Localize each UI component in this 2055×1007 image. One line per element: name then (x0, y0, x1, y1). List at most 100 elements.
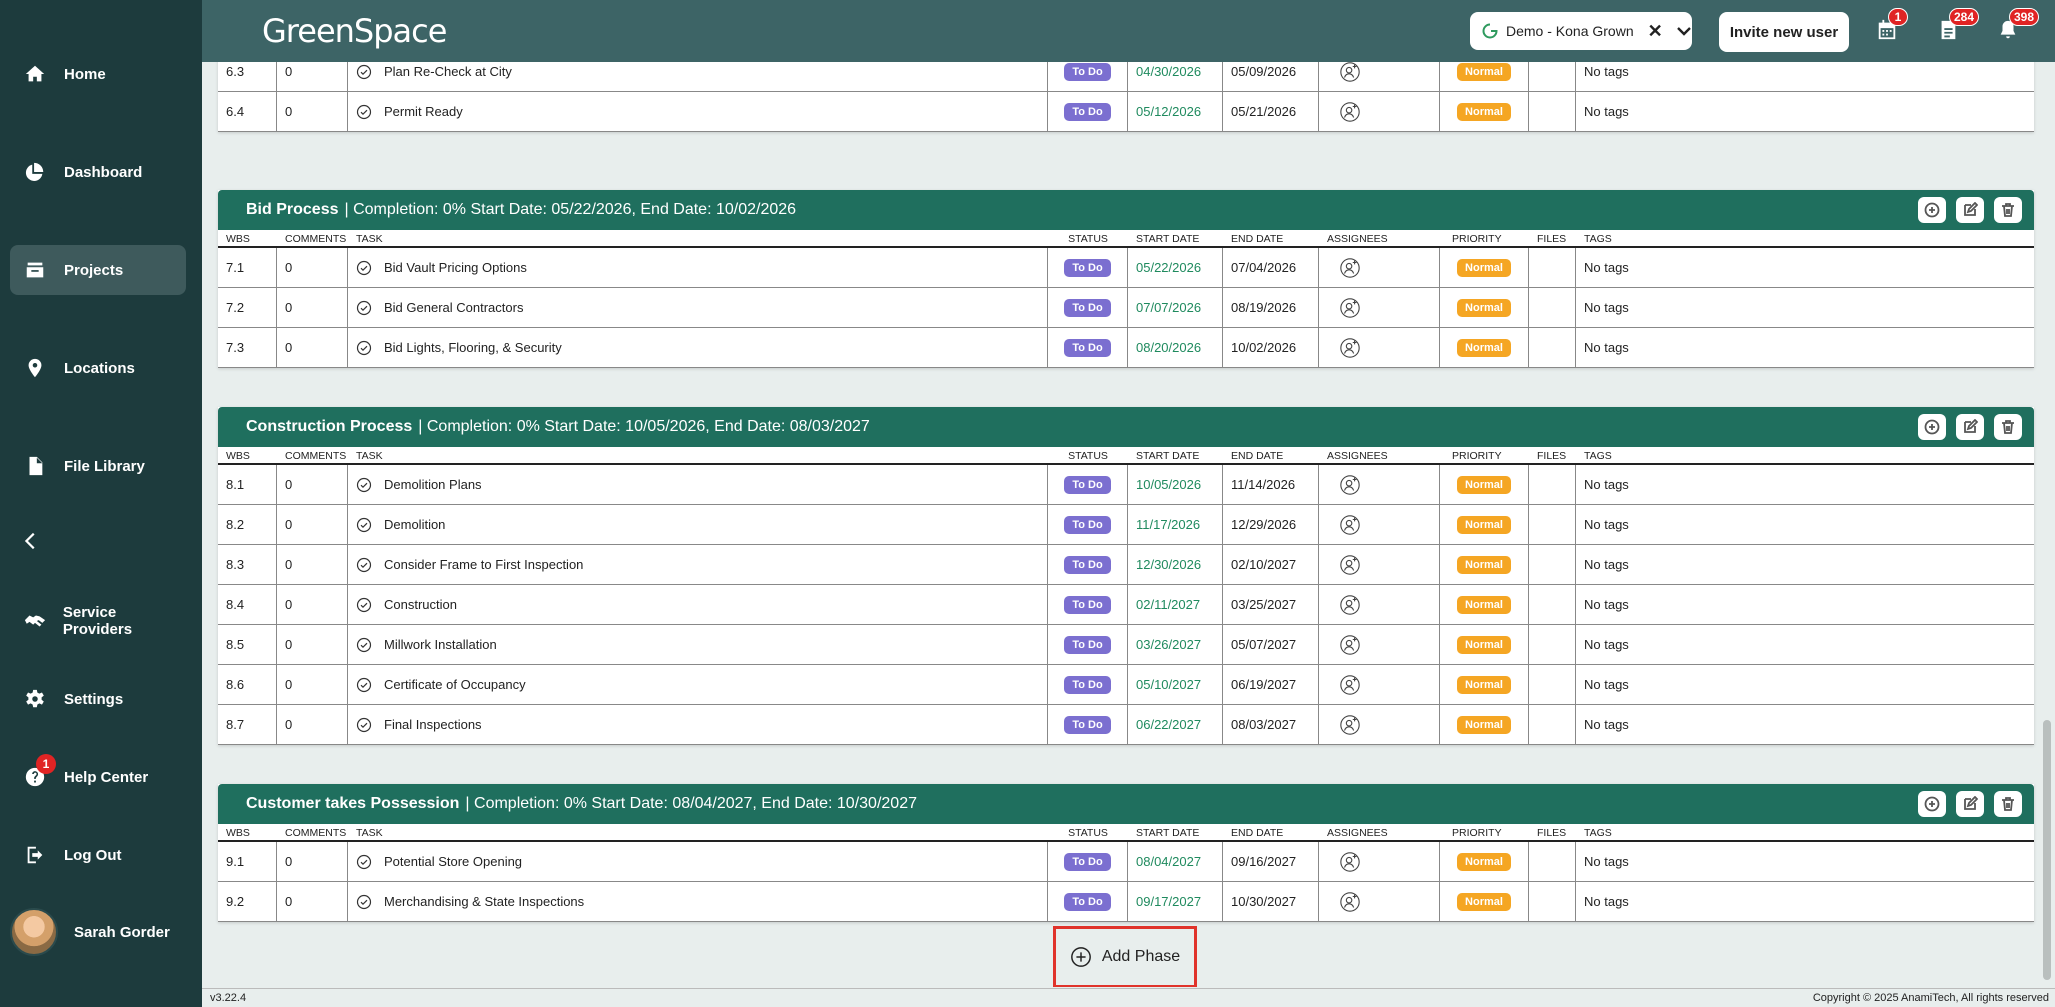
assignees[interactable] (1319, 328, 1440, 367)
priority[interactable]: Normal (1440, 625, 1529, 664)
status[interactable]: To Do (1048, 62, 1128, 91)
assignees[interactable] (1319, 625, 1440, 664)
comments[interactable]: 0 (277, 92, 348, 131)
priority[interactable]: Normal (1440, 705, 1529, 744)
status[interactable]: To Do (1048, 842, 1128, 881)
assignees[interactable] (1319, 248, 1440, 287)
sidebar-item-home[interactable]: Home (10, 49, 186, 99)
priority[interactable]: Normal (1440, 92, 1529, 131)
task[interactable]: Demolition Plans (348, 465, 1048, 504)
status[interactable]: To Do (1048, 465, 1128, 504)
tags[interactable]: No tags (1576, 625, 2034, 664)
status[interactable]: To Do (1048, 545, 1128, 584)
files[interactable] (1529, 288, 1576, 327)
sidebar-item-service-providers[interactable]: Service Providers (10, 596, 186, 646)
files[interactable] (1529, 465, 1576, 504)
tags[interactable]: No tags (1576, 665, 2034, 704)
priority[interactable]: Normal (1440, 545, 1529, 584)
clear-icon[interactable]: ✕ (1648, 21, 1663, 42)
edit-phase-button[interactable] (1956, 791, 1984, 817)
status[interactable]: To Do (1048, 248, 1128, 287)
comments[interactable]: 0 (277, 585, 348, 624)
task[interactable]: Demolition (348, 505, 1048, 544)
edit-phase-button[interactable] (1956, 414, 1984, 440)
files[interactable] (1529, 665, 1576, 704)
sidebar-item-settings[interactable]: Settings (10, 674, 186, 724)
table-row[interactable]: 6.3 0 Plan Re-Check at City To Do 04/30/… (218, 62, 2034, 92)
add-phase-button[interactable]: Add Phase (1053, 926, 1197, 987)
notifications-button[interactable]: 398 (1997, 8, 2040, 44)
priority[interactable]: Normal (1440, 882, 1529, 921)
table-row[interactable]: 8.4 0 Construction To Do 02/11/2027 03/2… (218, 585, 2034, 625)
table-row[interactable]: 8.2 0 Demolition To Do 11/17/2026 12/29/… (218, 505, 2034, 545)
priority[interactable]: Normal (1440, 62, 1529, 91)
assignees[interactable] (1319, 62, 1440, 91)
task[interactable]: Plan Re-Check at City (348, 62, 1048, 91)
tags[interactable]: No tags (1576, 288, 2034, 327)
sidebar-item-log-out[interactable]: Log Out (10, 830, 186, 880)
delete-phase-button[interactable] (1994, 414, 2022, 440)
tags[interactable]: No tags (1576, 328, 2034, 367)
table-row[interactable]: 9.2 0 Merchandising & State Inspections … (218, 882, 2034, 922)
files[interactable] (1529, 882, 1576, 921)
status[interactable]: To Do (1048, 585, 1128, 624)
sidebar-item-projects[interactable]: Projects (10, 245, 186, 295)
tags[interactable]: No tags (1576, 505, 2034, 544)
status[interactable]: To Do (1048, 665, 1128, 704)
comments[interactable]: 0 (277, 842, 348, 881)
status[interactable]: To Do (1048, 882, 1128, 921)
add-task-button[interactable] (1918, 197, 1946, 223)
status[interactable]: To Do (1048, 625, 1128, 664)
edit-phase-button[interactable] (1956, 197, 1984, 223)
app-logo[interactable]: GreenSpace (262, 12, 447, 50)
chevron-down-icon[interactable] (1676, 26, 1691, 36)
priority[interactable]: Normal (1440, 842, 1529, 881)
table-row[interactable]: 7.1 0 Bid Vault Pricing Options To Do 05… (218, 248, 2034, 288)
comments[interactable]: 0 (277, 288, 348, 327)
comments[interactable]: 0 (277, 665, 348, 704)
assignees[interactable] (1319, 585, 1440, 624)
comments[interactable]: 0 (277, 625, 348, 664)
comments[interactable]: 0 (277, 545, 348, 584)
table-row[interactable]: 7.3 0 Bid Lights, Flooring, & Security T… (218, 328, 2034, 368)
scrollbar[interactable] (2043, 720, 2051, 980)
files[interactable] (1529, 62, 1576, 91)
invite-new-user-button[interactable]: Invite new user (1719, 12, 1849, 52)
task[interactable]: Permit Ready (348, 92, 1048, 131)
tags[interactable]: No tags (1576, 62, 2034, 91)
comments[interactable]: 0 (277, 328, 348, 367)
task[interactable]: Final Inspections (348, 705, 1048, 744)
assignees[interactable] (1319, 288, 1440, 327)
table-row[interactable]: 9.1 0 Potential Store Opening To Do 08/0… (218, 842, 2034, 882)
task[interactable]: Bid Lights, Flooring, & Security (348, 328, 1048, 367)
files[interactable] (1529, 705, 1576, 744)
sidebar-item-dashboard[interactable]: Dashboard (10, 147, 186, 197)
priority[interactable]: Normal (1440, 465, 1529, 504)
priority[interactable]: Normal (1440, 665, 1529, 704)
tags[interactable]: No tags (1576, 248, 2034, 287)
table-row[interactable]: 8.1 0 Demolition Plans To Do 10/05/2026 … (218, 465, 2034, 505)
assignees[interactable] (1319, 665, 1440, 704)
add-task-button[interactable] (1918, 791, 1946, 817)
status[interactable]: To Do (1048, 92, 1128, 131)
assignees[interactable] (1319, 92, 1440, 131)
table-row[interactable]: 7.2 0 Bid General Contractors To Do 07/0… (218, 288, 2034, 328)
user-profile[interactable]: Sarah Gorder (10, 908, 170, 956)
priority[interactable]: Normal (1440, 505, 1529, 544)
comments[interactable]: 0 (277, 62, 348, 91)
assignees[interactable] (1319, 842, 1440, 881)
comments[interactable]: 0 (277, 505, 348, 544)
delete-phase-button[interactable] (1994, 197, 2022, 223)
task[interactable]: Millwork Installation (348, 625, 1048, 664)
tags[interactable]: No tags (1576, 882, 2034, 921)
company-select[interactable]: Demo - Kona Grown ✕ (1470, 12, 1692, 50)
files[interactable] (1529, 625, 1576, 664)
files[interactable] (1529, 842, 1576, 881)
sidebar-item-locations[interactable]: Locations (10, 343, 186, 393)
table-row[interactable]: 8.3 0 Consider Frame to First Inspection… (218, 545, 2034, 585)
task[interactable]: Merchandising & State Inspections (348, 882, 1048, 921)
files[interactable] (1529, 545, 1576, 584)
comments[interactable]: 0 (277, 705, 348, 744)
status[interactable]: To Do (1048, 328, 1128, 367)
collapse-sidebar-button[interactable] (20, 530, 44, 554)
